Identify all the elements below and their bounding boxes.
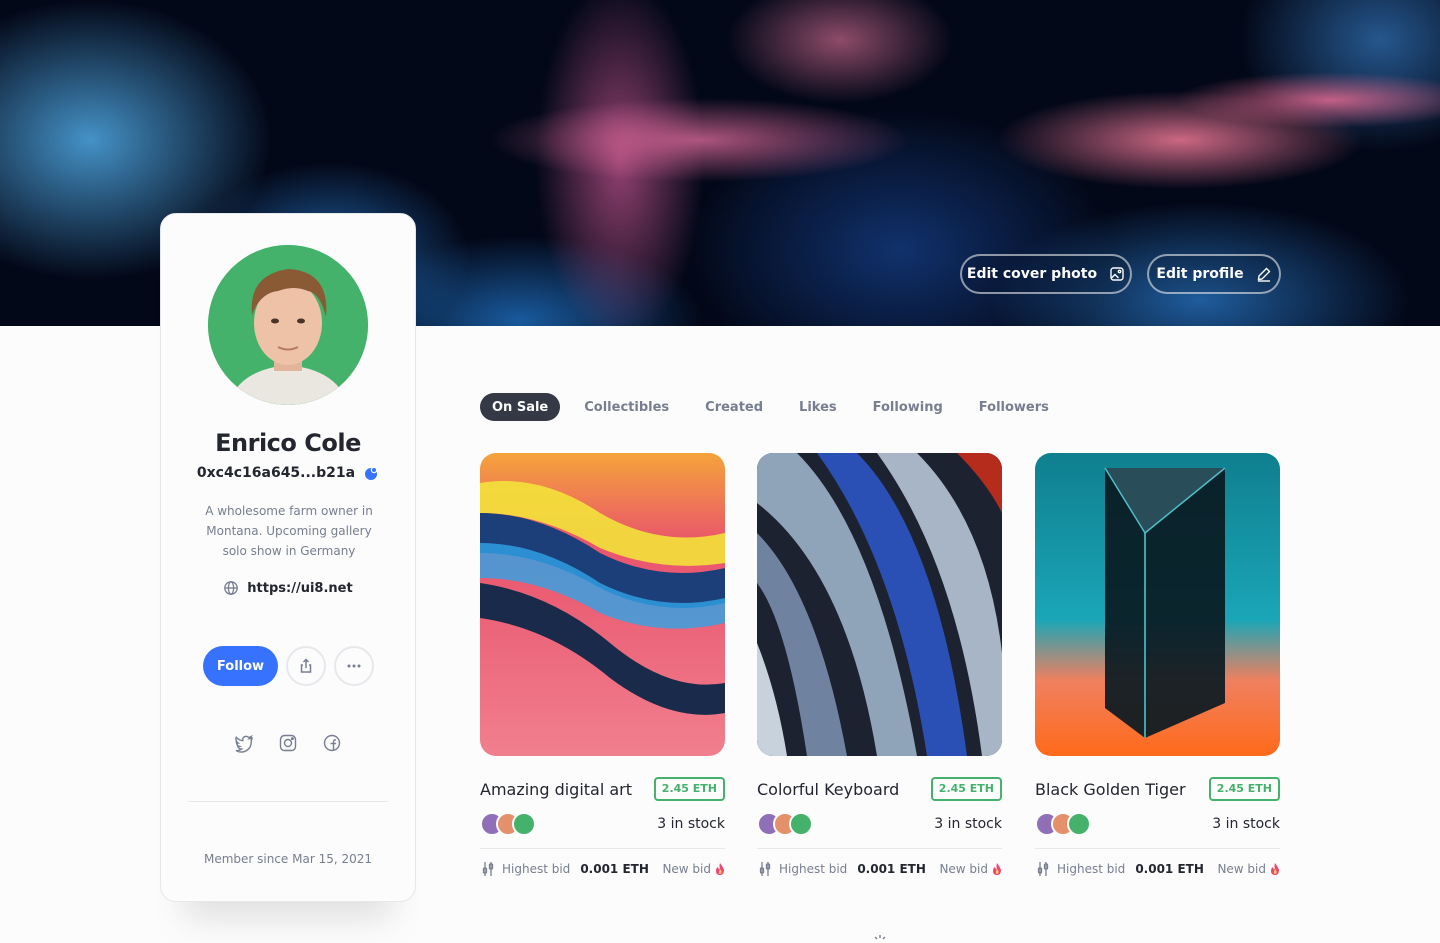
bidder-avatars bbox=[1035, 812, 1091, 836]
twitter-icon[interactable] bbox=[234, 733, 254, 753]
profile-name: Enrico Cole bbox=[215, 429, 361, 457]
highest-bid-label: Highest bid bbox=[1057, 862, 1126, 876]
edit-cover-photo-button[interactable]: Edit cover photo bbox=[960, 254, 1132, 294]
website-link[interactable]: https://ui8.net bbox=[161, 580, 415, 596]
item-title[interactable]: Black Golden Tiger bbox=[1035, 780, 1186, 799]
more-horizontal-icon bbox=[347, 664, 361, 668]
new-bid-link[interactable]: New bid bbox=[1217, 862, 1280, 876]
candlesticks-icon bbox=[1037, 862, 1049, 876]
share-icon bbox=[300, 658, 312, 673]
item-price: 2.45 ETH bbox=[1208, 777, 1280, 801]
flame-icon bbox=[716, 863, 724, 875]
tab-likes[interactable]: Likes bbox=[787, 393, 849, 421]
divider bbox=[188, 801, 388, 802]
avatar bbox=[789, 812, 813, 836]
bidder-avatars bbox=[480, 812, 536, 836]
profile-tabs: On Sale Collectibles Created Likes Follo… bbox=[480, 393, 1061, 421]
highest-bid-value: 0.001 ETH bbox=[857, 862, 926, 876]
tab-on-sale[interactable]: On Sale bbox=[480, 393, 561, 421]
tab-followers[interactable]: Followers bbox=[967, 393, 1061, 421]
new-bid-link[interactable]: New bid bbox=[939, 862, 1002, 876]
image-icon bbox=[1110, 267, 1124, 281]
item-image[interactable] bbox=[1035, 453, 1280, 756]
item-image[interactable] bbox=[480, 453, 725, 756]
edit-profile-button[interactable]: Edit profile bbox=[1147, 254, 1281, 294]
item-stock: 3 in stock bbox=[657, 816, 725, 832]
item-image[interactable] bbox=[757, 453, 1002, 756]
more-options-button[interactable] bbox=[334, 646, 374, 686]
new-bid-label: New bid bbox=[939, 862, 988, 876]
share-button[interactable] bbox=[286, 646, 326, 686]
globe-icon bbox=[224, 581, 239, 595]
profile-bio: A wholesome farm owner in Montana. Upcom… bbox=[205, 504, 373, 558]
social-links bbox=[161, 733, 415, 753]
highest-bid-value: 0.001 ETH bbox=[1135, 862, 1204, 876]
bidder-avatars bbox=[757, 812, 813, 836]
candlesticks-icon bbox=[482, 862, 494, 876]
item-card[interactable]: Colorful Keyboard 2.45 ETH 3 in stock Hi… bbox=[757, 453, 1002, 877]
item-title[interactable]: Amazing digital art bbox=[480, 780, 632, 799]
facebook-icon[interactable] bbox=[322, 733, 342, 753]
loading-spinner-icon bbox=[874, 935, 886, 940]
instagram-icon[interactable] bbox=[278, 733, 298, 753]
new-bid-label: New bid bbox=[1217, 862, 1266, 876]
copy-icon[interactable] bbox=[363, 465, 379, 481]
wallet-address-text: 0xc4c16a645...b21a bbox=[196, 465, 356, 481]
avatar bbox=[208, 245, 368, 405]
item-price: 2.45 ETH bbox=[930, 777, 1002, 801]
item-stock: 3 in stock bbox=[934, 816, 1002, 832]
candlesticks-icon bbox=[759, 862, 771, 876]
item-price: 2.45 ETH bbox=[653, 777, 725, 801]
profile-card: Enrico Cole 0xc4c16a645...b21a A wholeso… bbox=[160, 213, 416, 902]
item-stock: 3 in stock bbox=[1212, 816, 1280, 832]
tab-created[interactable]: Created bbox=[693, 393, 775, 421]
tab-following[interactable]: Following bbox=[861, 393, 955, 421]
wallet-address[interactable]: 0xc4c16a645...b21a bbox=[161, 465, 415, 481]
item-card[interactable]: Amazing digital art 2.45 ETH 3 in stock … bbox=[480, 453, 725, 877]
edit-profile-label: Edit profile bbox=[1156, 266, 1244, 282]
tab-collectibles[interactable]: Collectibles bbox=[572, 393, 681, 421]
highest-bid-label: Highest bid bbox=[779, 862, 848, 876]
flame-icon bbox=[993, 863, 1001, 875]
highest-bid-label: Highest bid bbox=[502, 862, 571, 876]
flame-icon bbox=[1271, 863, 1279, 875]
item-card[interactable]: Black Golden Tiger 2.45 ETH 3 in stock H… bbox=[1035, 453, 1280, 877]
edit-cover-photo-label: Edit cover photo bbox=[966, 266, 1098, 282]
avatar bbox=[1067, 812, 1091, 836]
member-since: Member since Mar 15, 2021 bbox=[203, 852, 373, 866]
item-title[interactable]: Colorful Keyboard bbox=[757, 780, 899, 799]
new-bid-link[interactable]: New bid bbox=[662, 862, 725, 876]
pencil-icon bbox=[1257, 267, 1271, 282]
highest-bid-value: 0.001 ETH bbox=[580, 862, 649, 876]
new-bid-label: New bid bbox=[662, 862, 711, 876]
website-text: https://ui8.net bbox=[247, 580, 353, 596]
avatar bbox=[512, 812, 536, 836]
follow-button[interactable]: Follow bbox=[203, 646, 278, 686]
